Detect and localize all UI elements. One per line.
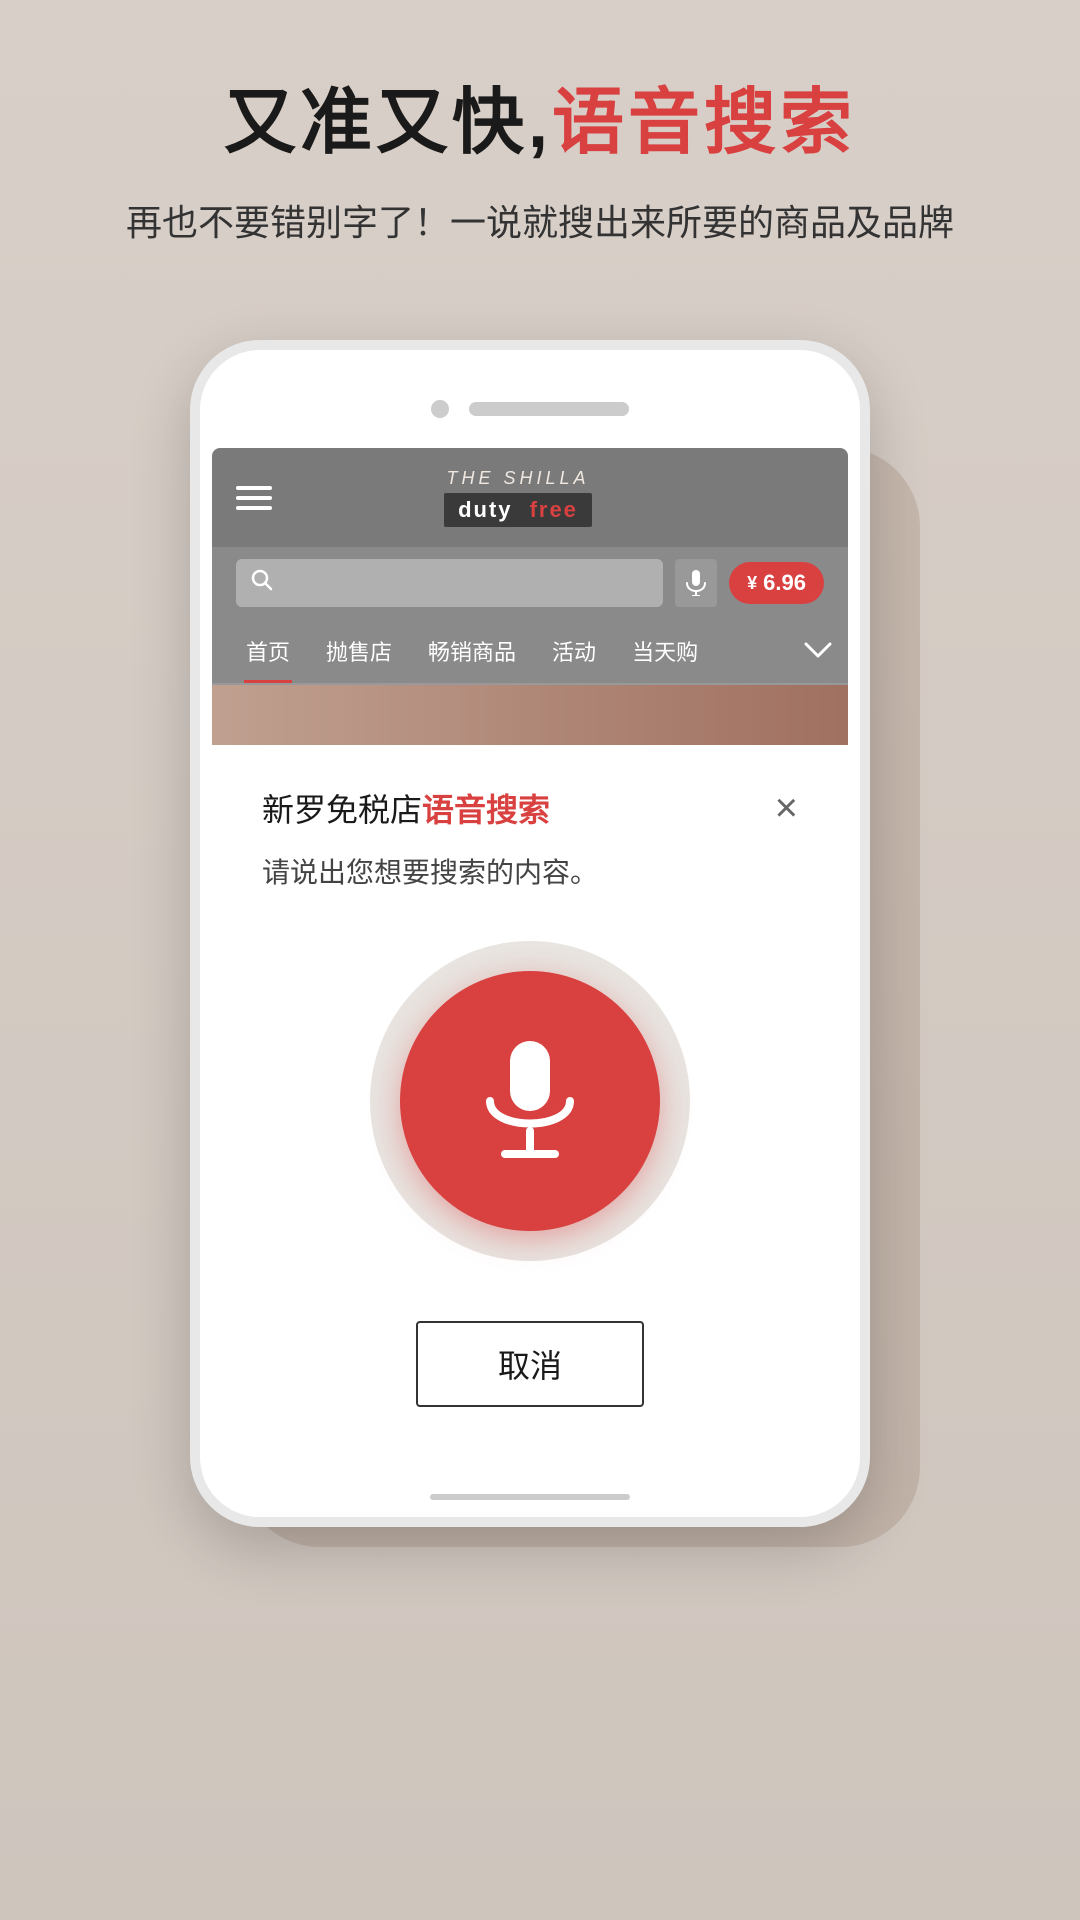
tab-label-today: 当天购 bbox=[632, 640, 698, 665]
cancel-btn-area: 取消 bbox=[262, 1321, 798, 1427]
mic-button-area bbox=[262, 941, 798, 1261]
top-section: 又准又快,语音搜索 再也不要错别字了！一说就搜出来所要的商品及品牌 bbox=[0, 80, 1080, 250]
phone-bottom bbox=[200, 1477, 860, 1517]
cancel-button[interactable]: 取消 bbox=[416, 1321, 644, 1407]
subtitle: 再也不要错别字了！一说就搜出来所要的商品及品牌 bbox=[60, 196, 1020, 250]
logo-area: The Shilla duty free bbox=[272, 468, 764, 527]
phone-body: The Shilla duty free bbox=[190, 340, 870, 1527]
search-bar: ¥ 6.96 bbox=[212, 547, 848, 619]
yen-symbol: ¥ bbox=[747, 573, 757, 594]
search-input-area[interactable] bbox=[236, 559, 663, 607]
logo-duty-free: duty free bbox=[444, 493, 592, 527]
main-title: 又准又快,语音搜索 bbox=[60, 80, 1020, 166]
hamburger-line-1 bbox=[236, 486, 272, 490]
logo-free: free bbox=[530, 497, 578, 522]
search-mic-icon[interactable] bbox=[675, 559, 717, 607]
nav-tab-today[interactable]: 当天购 bbox=[614, 619, 716, 683]
voice-overlay-header: 新罗免税店语音搜索 × bbox=[262, 785, 798, 831]
tab-label-bestseller: 畅销商品 bbox=[428, 640, 516, 665]
search-icon bbox=[250, 568, 274, 599]
close-button[interactable]: × bbox=[775, 788, 798, 828]
tab-label-home: 首页 bbox=[246, 640, 290, 665]
voice-title: 新罗免税店语音搜索 bbox=[262, 785, 550, 831]
voice-subtitle: 请说出您想要搜索的内容。 bbox=[262, 851, 798, 891]
nav-tab-outlet[interactable]: 抛售店 bbox=[308, 619, 410, 683]
phone-speaker bbox=[469, 402, 629, 416]
app-banner bbox=[212, 685, 848, 745]
hamburger-line-2 bbox=[236, 496, 272, 500]
mic-outer-ring bbox=[370, 941, 690, 1261]
tab-label-outlet: 抛售店 bbox=[326, 640, 392, 665]
balance-value: 6.96 bbox=[763, 570, 806, 596]
mic-button[interactable] bbox=[400, 971, 660, 1231]
logo-brand: The Shilla bbox=[272, 468, 764, 489]
phone-camera-dot bbox=[431, 400, 449, 418]
app-content: The Shilla duty free bbox=[212, 448, 848, 745]
phone-top-bar bbox=[200, 400, 860, 448]
phone-mockup: The Shilla duty free bbox=[190, 340, 890, 1527]
logo-duty: duty bbox=[458, 497, 512, 522]
nav-tab-activity[interactable]: 活动 bbox=[534, 619, 614, 683]
voice-title-black: 新罗免税店 bbox=[262, 792, 422, 828]
hamburger-line-3 bbox=[236, 506, 272, 510]
main-title-red: 语音搜索 bbox=[552, 83, 856, 163]
main-title-black: 又准又快, bbox=[224, 83, 552, 163]
nav-dropdown-icon[interactable] bbox=[804, 635, 832, 667]
voice-title-red: 语音搜索 bbox=[422, 792, 550, 828]
hamburger-menu-icon[interactable] bbox=[236, 486, 272, 510]
phone-home-bar bbox=[430, 1494, 630, 1500]
voice-search-overlay: 新罗免税店语音搜索 × 请说出您想要搜索的内容。 bbox=[212, 745, 848, 1477]
nav-tab-bestseller[interactable]: 畅销商品 bbox=[410, 619, 534, 683]
balance-badge: ¥ 6.96 bbox=[729, 562, 824, 604]
nav-tabs: 首页 抛售店 畅销商品 活动 当天购 bbox=[212, 619, 848, 685]
nav-tab-home[interactable]: 首页 bbox=[228, 619, 308, 683]
tab-label-activity: 活动 bbox=[552, 640, 596, 665]
app-header: The Shilla duty free bbox=[212, 448, 848, 547]
